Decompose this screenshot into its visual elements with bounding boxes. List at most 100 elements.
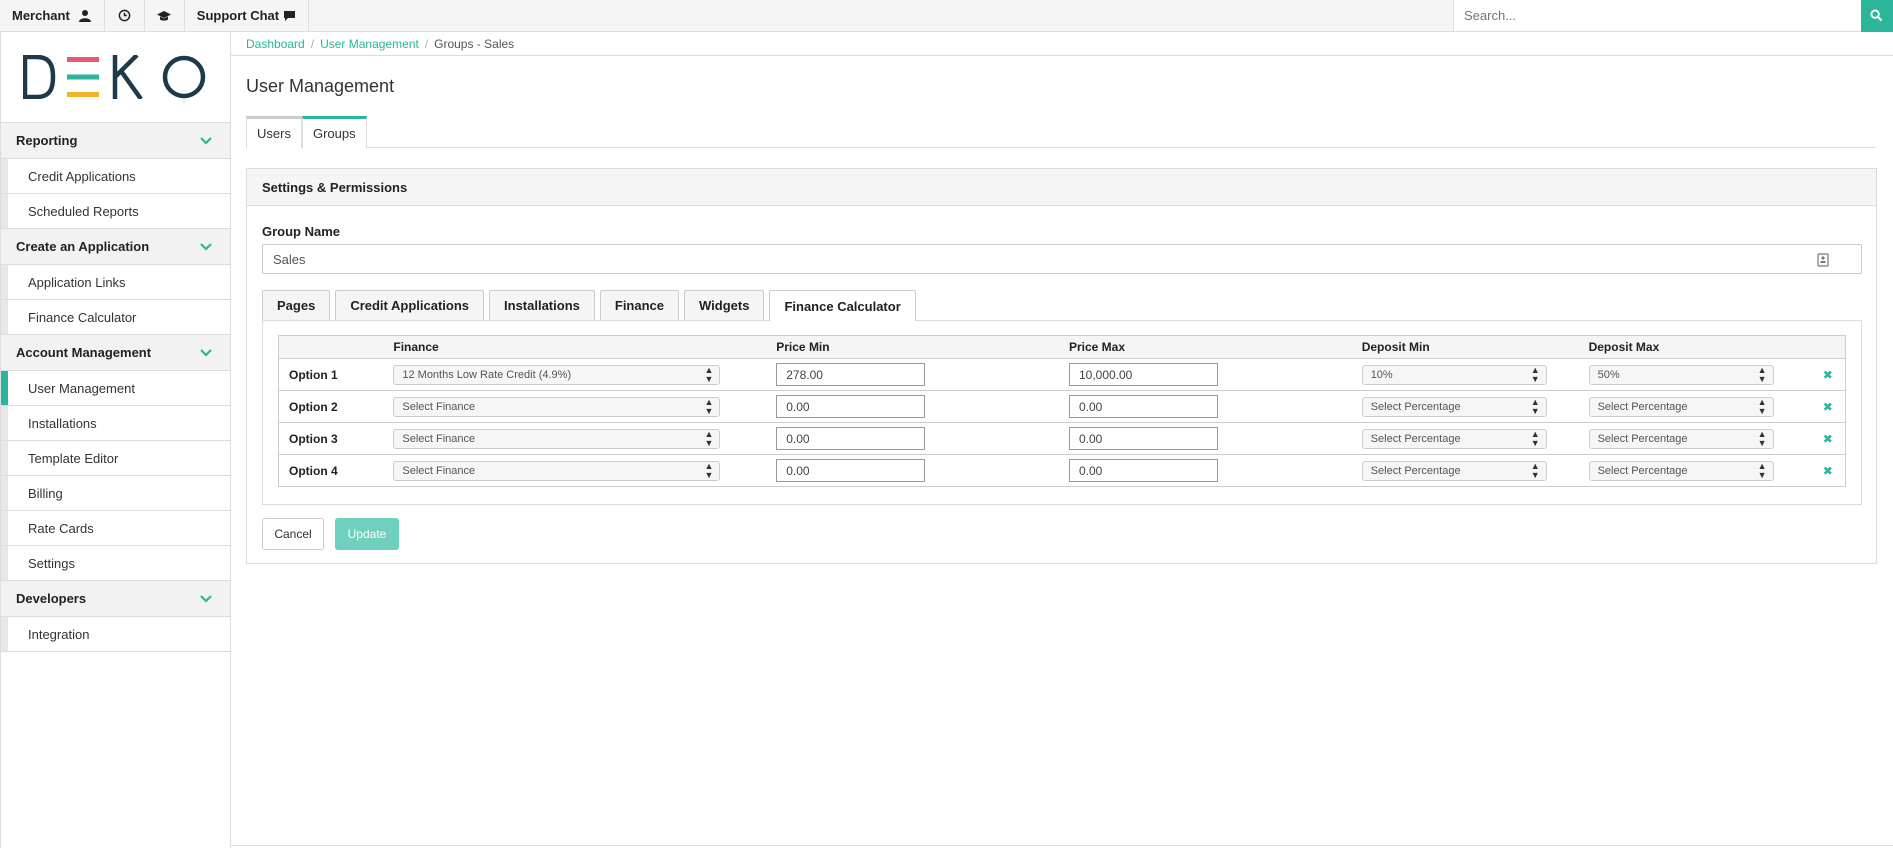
select-arrows-icon: ▲ ▼: [704, 428, 714, 448]
select-arrows-icon: ▲ ▼: [704, 460, 714, 480]
chat-bubble-icon: [284, 10, 296, 21]
table-row: Option 4 Select Finance ▲ ▼ 0.00 0.00 Sele…: [278, 454, 1846, 487]
price-max-input[interactable]: 10,000.00: [1068, 363, 1218, 386]
deposit-min-select[interactable]: 10% ▲ ▼: [1361, 364, 1547, 385]
settings-panel: Settings & Permissions Group Name Sales …: [246, 168, 1877, 564]
support-chat-button[interactable]: Support Chat: [185, 0, 310, 31]
cancel-button[interactable]: Cancel: [262, 518, 324, 550]
option-label: Option 4: [278, 454, 394, 487]
deposit-min-select[interactable]: Select Percentage ▲ ▼: [1361, 460, 1547, 481]
finance-options-table: Finance Price Min Price Max Deposit Min …: [278, 335, 1846, 487]
breadcrumb-dashboard[interactable]: Dashboard: [246, 37, 305, 51]
select-arrows-icon: ▲ ▼: [1530, 364, 1540, 384]
sidebar-item-application-links[interactable]: Application Links: [1, 264, 230, 299]
contact-card-icon: [1817, 253, 1829, 267]
sidebar: Reporting Credit Applications Scheduled …: [0, 32, 231, 848]
option-label: Option 2: [278, 390, 394, 423]
table-header-row: Finance Price Min Price Max Deposit Min …: [278, 335, 1846, 359]
remove-option-icon[interactable]: ✖: [1810, 358, 1846, 391]
tab-finance-calculator[interactable]: Finance Calculator: [769, 290, 916, 321]
user-icon: [78, 9, 91, 22]
clock-icon: [118, 9, 131, 22]
nav-section-developers[interactable]: Developers: [1, 580, 230, 616]
deposit-min-select[interactable]: Select Percentage ▲ ▼: [1361, 396, 1547, 417]
finance-calculator-box: Finance Price Min Price Max Deposit Min …: [262, 320, 1862, 505]
price-max-input[interactable]: 0.00: [1068, 427, 1218, 450]
select-arrows-icon: ▲ ▼: [1757, 428, 1767, 448]
chevron-down-icon: [200, 136, 212, 145]
finance-select[interactable]: Select Finance ▲ ▼: [393, 460, 721, 481]
select-arrows-icon: ▲ ▼: [1530, 460, 1540, 480]
sidebar-item-credit-applications[interactable]: Credit Applications: [1, 158, 230, 193]
table-row: Option 1 12 Months Low Rate Credit (4.9%…: [278, 358, 1846, 391]
tab-credit-applications[interactable]: Credit Applications: [335, 290, 485, 320]
deposit-max-select[interactable]: 50% ▲ ▼: [1588, 364, 1774, 385]
nav-section-reporting[interactable]: Reporting: [1, 122, 230, 158]
price-min-input[interactable]: 0.00: [776, 459, 926, 482]
search-icon: [1870, 9, 1883, 22]
deposit-max-select[interactable]: Select Percentage ▲ ▼: [1588, 396, 1774, 417]
tab-pages[interactable]: Pages: [262, 290, 331, 320]
update-button[interactable]: Update: [335, 518, 399, 550]
tab-installations[interactable]: Installations: [489, 290, 595, 320]
select-arrows-icon: ▲ ▼: [1757, 460, 1767, 480]
finance-select[interactable]: 12 Months Low Rate Credit (4.9%) ▲ ▼: [393, 364, 721, 385]
sidebar-item-installations[interactable]: Installations: [1, 405, 230, 440]
option-label: Option 1: [278, 358, 394, 391]
price-max-input[interactable]: 0.00: [1068, 459, 1218, 482]
tab-groups[interactable]: Groups: [301, 116, 367, 148]
chevron-down-icon: [200, 242, 212, 251]
sidebar-item-settings[interactable]: Settings: [1, 545, 230, 580]
search-button[interactable]: [1860, 0, 1893, 32]
deko-logo[interactable]: [1, 32, 230, 122]
breadcrumb-user-management[interactable]: User Management: [320, 37, 419, 51]
group-name-field[interactable]: Sales: [262, 244, 1862, 274]
top-bar: Merchant Support Chat: [0, 0, 1893, 32]
remove-option-icon[interactable]: ✖: [1810, 390, 1846, 423]
price-max-input[interactable]: 0.00: [1068, 395, 1218, 418]
table-row: Option 3 Select Finance ▲ ▼ 0.00 0.00 Sele…: [278, 422, 1846, 455]
finance-select[interactable]: Select Finance ▲ ▼: [393, 428, 721, 449]
tab-finance[interactable]: Finance: [599, 290, 679, 320]
remove-option-icon[interactable]: ✖: [1810, 422, 1846, 455]
tab-users[interactable]: Users: [246, 116, 302, 148]
select-arrows-icon: ▲ ▼: [1757, 364, 1767, 384]
finance-select[interactable]: Select Finance ▲ ▼: [393, 396, 721, 417]
permission-tabs: Pages Credit Applications Installations …: [262, 290, 1862, 321]
search-box: [1453, 0, 1893, 32]
group-name-value: Sales: [273, 251, 306, 267]
nav-section-create-application[interactable]: Create an Application: [1, 228, 230, 264]
deposit-max-select[interactable]: Select Percentage ▲ ▼: [1588, 460, 1774, 481]
price-min-input[interactable]: 0.00: [776, 395, 926, 418]
training-button[interactable]: [145, 0, 185, 31]
sidebar-item-template-editor[interactable]: Template Editor: [1, 440, 230, 475]
header-price-min: Price Min: [776, 335, 1069, 359]
option-label: Option 3: [278, 422, 394, 455]
search-input[interactable]: [1454, 0, 1861, 31]
select-arrows-icon: ▲ ▼: [1757, 396, 1767, 416]
sidebar-item-user-management[interactable]: User Management: [1, 370, 230, 405]
panel-heading: Settings & Permissions: [247, 169, 1876, 206]
deposit-min-select[interactable]: Select Percentage ▲ ▼: [1361, 428, 1547, 449]
nav-section-account-management[interactable]: Account Management: [1, 334, 230, 370]
price-min-input[interactable]: 0.00: [776, 427, 926, 450]
select-arrows-icon: ▲ ▼: [1530, 428, 1540, 448]
sidebar-item-rate-cards[interactable]: Rate Cards: [1, 510, 230, 545]
breadcrumb: Dashboard / User Management / Groups - S…: [231, 32, 1893, 56]
sidebar-item-finance-calculator[interactable]: Finance Calculator: [1, 299, 230, 334]
header-finance: Finance: [393, 335, 777, 359]
deposit-max-select[interactable]: Select Percentage ▲ ▼: [1588, 428, 1774, 449]
remove-option-icon[interactable]: ✖: [1810, 454, 1846, 487]
merchant-menu[interactable]: Merchant: [0, 0, 105, 31]
header-deposit-max: Deposit Max: [1588, 335, 1811, 359]
select-arrows-icon: ▲ ▼: [704, 364, 714, 384]
tab-widgets[interactable]: Widgets: [684, 290, 765, 320]
select-arrows-icon: ▲ ▼: [1530, 396, 1540, 416]
sidebar-item-integration[interactable]: Integration: [1, 616, 230, 651]
history-button[interactable]: [105, 0, 145, 31]
graduation-cap-icon: [157, 10, 172, 21]
sidebar-item-billing[interactable]: Billing: [1, 475, 230, 510]
page-title: User Management: [246, 76, 395, 96]
sidebar-item-scheduled-reports[interactable]: Scheduled Reports: [1, 193, 230, 228]
price-min-input[interactable]: 278.00: [776, 363, 926, 386]
